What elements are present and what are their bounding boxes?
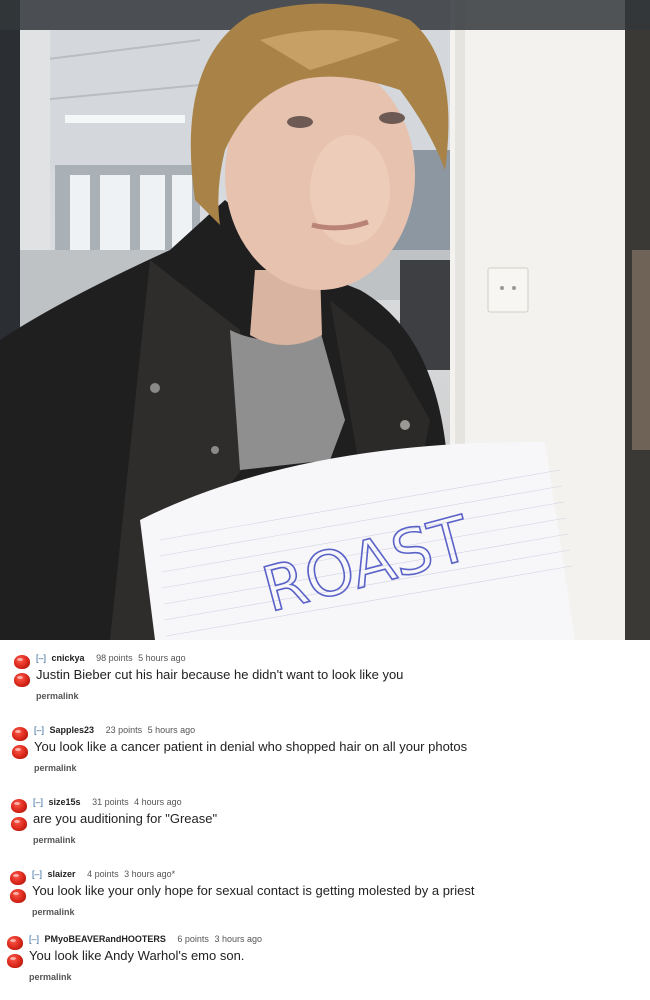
- comment-tagline: [–] size15s 31 points 4 hours ago: [33, 797, 182, 807]
- comments-list: [–] cnickya 98 points 5 hours ago Justin…: [0, 640, 650, 1000]
- comment-time: 5 hours ago: [138, 653, 186, 663]
- comment-author[interactable]: size15s: [49, 797, 81, 807]
- comment-author[interactable]: cnickya: [52, 653, 85, 663]
- comment-author[interactable]: slaizer: [48, 869, 76, 879]
- comment-tagline: [–] cnickya 98 points 5 hours ago: [36, 653, 186, 663]
- upvote-icon[interactable]: [7, 936, 23, 950]
- vote-arrows: [8, 871, 30, 911]
- vote-arrows: [12, 655, 34, 695]
- photo-illustration: ROAST: [0, 0, 650, 640]
- collapse-toggle[interactable]: [–]: [33, 797, 43, 807]
- permalink-link[interactable]: permalink: [29, 972, 72, 982]
- comment-time: 3 hours ago*: [124, 869, 176, 879]
- collapse-toggle[interactable]: [–]: [29, 934, 39, 944]
- comment-score: 23 points: [105, 725, 143, 735]
- comment-body: Justin Bieber cut his hair because he di…: [36, 667, 404, 682]
- upvote-icon[interactable]: [12, 727, 28, 741]
- roast-photo: ROAST: [0, 0, 650, 640]
- collapse-toggle[interactable]: [–]: [32, 869, 42, 879]
- comment-body: are you auditioning for "Grease": [33, 811, 218, 826]
- comment-score: 31 points: [92, 797, 129, 807]
- downvote-icon[interactable]: [11, 817, 27, 831]
- comment-time: 5 hours ago: [147, 725, 196, 735]
- downvote-icon[interactable]: [12, 745, 28, 759]
- comment-tagline: [–] Sapples23 23 points 5 hours ago: [34, 725, 195, 735]
- comment-time: 4 hours ago: [134, 797, 182, 807]
- vote-arrows: [9, 799, 31, 839]
- collapse-toggle[interactable]: [–]: [36, 653, 46, 663]
- comment-body: You look like a cancer patient in denial…: [34, 739, 468, 754]
- comment-body: You look like Andy Warhol's emo son.: [29, 948, 245, 963]
- permalink-link[interactable]: permalink: [32, 907, 75, 917]
- downvote-icon[interactable]: [14, 673, 30, 687]
- downvote-icon[interactable]: [7, 954, 23, 968]
- comment-body: You look like your only hope for sexual …: [32, 883, 475, 898]
- downvote-icon[interactable]: [10, 889, 26, 903]
- permalink-link[interactable]: permalink: [33, 835, 76, 845]
- upvote-icon[interactable]: [14, 655, 30, 669]
- upvote-icon[interactable]: [10, 871, 26, 885]
- comment-score: 98 points: [96, 653, 133, 663]
- comment-score: 4 points: [87, 869, 119, 879]
- comment-tagline: [–] slaizer 4 points 3 hours ago*: [32, 869, 175, 879]
- vote-arrows: [10, 727, 32, 767]
- comment-author[interactable]: PMyoBEAVERandHOOTERS: [45, 934, 166, 944]
- comment-author[interactable]: Sapples23: [50, 725, 95, 735]
- permalink-link[interactable]: permalink: [36, 691, 79, 701]
- comment-tagline: [–] PMyoBEAVERandHOOTERS 6 points 3 hour…: [29, 934, 262, 944]
- upvote-icon[interactable]: [11, 799, 27, 813]
- vote-arrows: [5, 936, 27, 976]
- permalink-link[interactable]: permalink: [34, 763, 77, 773]
- comment-time: 3 hours ago: [214, 934, 262, 944]
- collapse-toggle[interactable]: [–]: [34, 725, 44, 735]
- comment-score: 6 points: [177, 934, 209, 944]
